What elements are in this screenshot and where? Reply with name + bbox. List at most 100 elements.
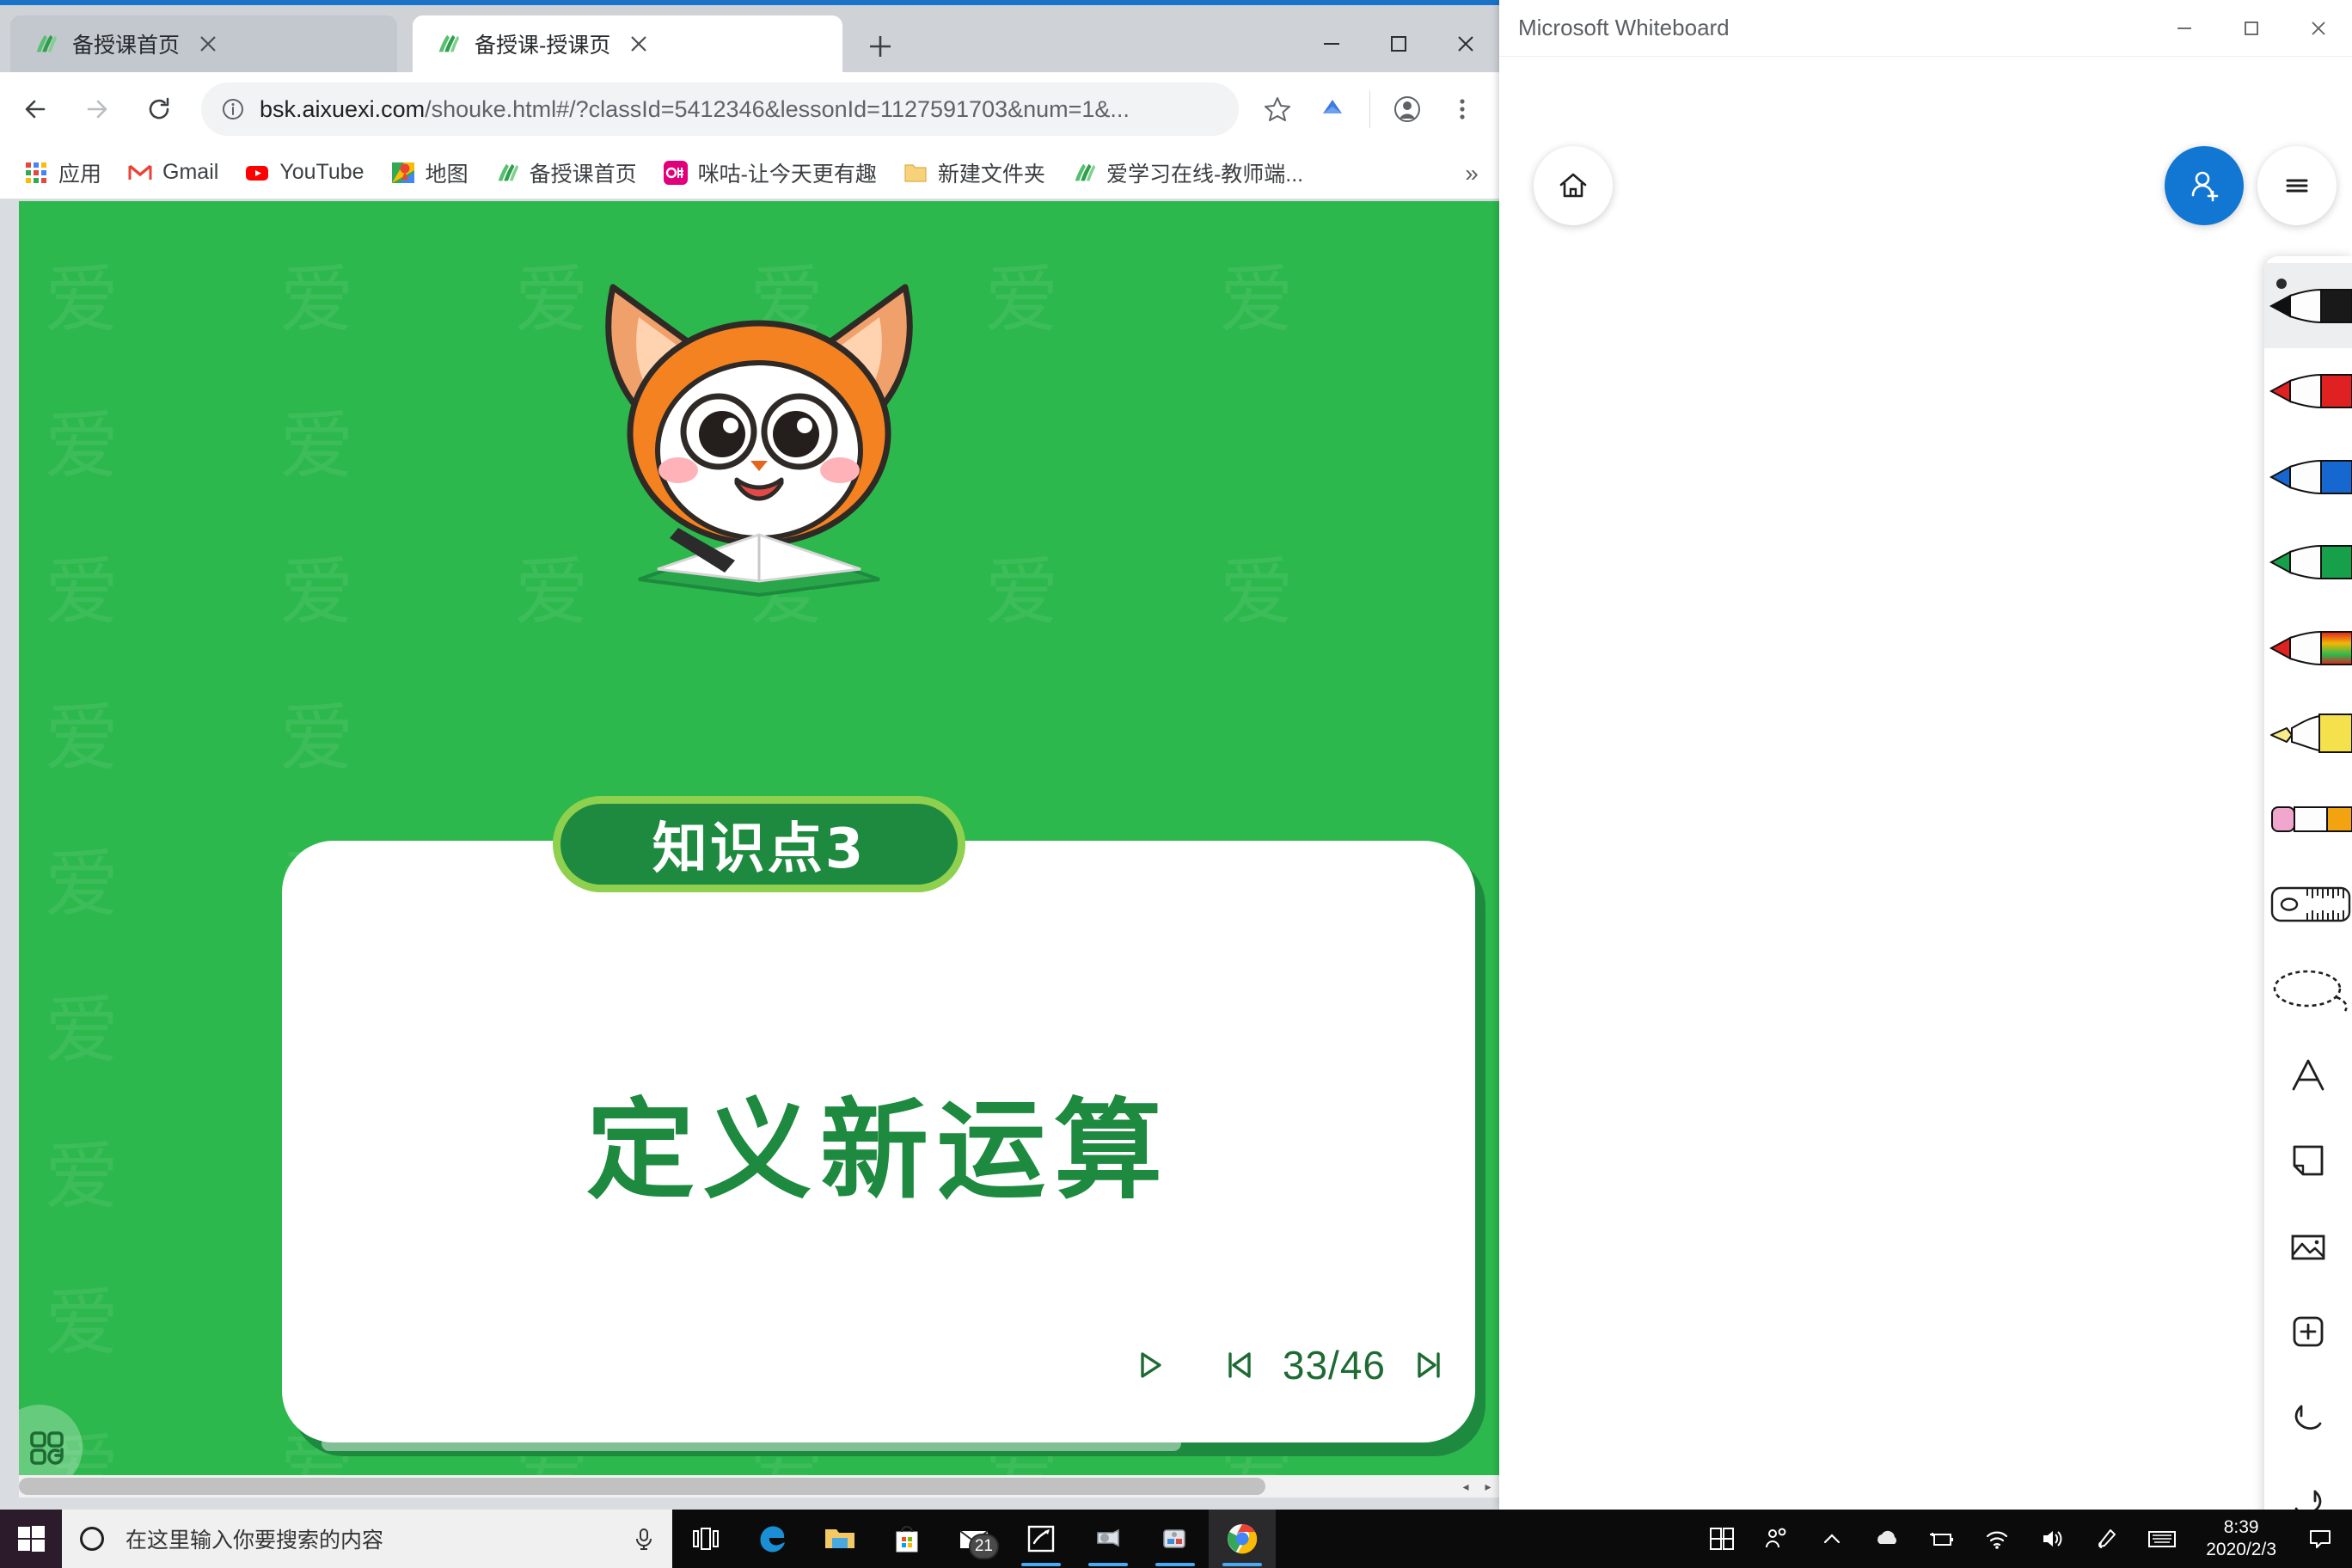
page-horizontal-scrollbar[interactable]: ◂ ▸	[19, 1475, 1499, 1498]
address-bar[interactable]: bsk.aixuexi.com/shouke.html#/?classId=54…	[201, 83, 1239, 136]
whiteboard-home-button[interactable]	[1534, 146, 1613, 225]
file-explorer-icon	[825, 1529, 854, 1548]
extension-icon[interactable]	[1308, 84, 1357, 134]
taskbar-app-camera-tool[interactable]	[1142, 1510, 1209, 1568]
plus-icon	[870, 36, 891, 57]
bookmark-gmail-label: Gmail	[162, 160, 219, 184]
browser-tab-1-close-icon[interactable]	[193, 29, 223, 58]
tray-ime-icon[interactable]	[1695, 1510, 1749, 1568]
three-dots-menu-icon[interactable]	[1437, 84, 1487, 134]
volume-icon	[2043, 1531, 2062, 1547]
slide-navigation-bar: 33/46	[1105, 1326, 1473, 1405]
bookmark-apps[interactable]: 应用	[12, 152, 113, 193]
tool-lasso-select[interactable]	[2264, 947, 2352, 1032]
tool-redo[interactable]	[2264, 1461, 2352, 1510]
bookmark-gmail[interactable]: Gmail	[116, 155, 230, 191]
knowledge-point-badge-label: 知识点3	[652, 818, 867, 881]
tray-pen-icon[interactable]	[2080, 1510, 2134, 1568]
microphone-icon[interactable]	[631, 1526, 657, 1552]
bookmark-beishouke[interactable]: 备授课首页	[483, 152, 648, 193]
bookmark-youtube[interactable]: YouTube	[233, 155, 375, 191]
forward-button[interactable]	[70, 83, 124, 136]
pen-red-icon	[2269, 374, 2352, 409]
start-button[interactable]	[0, 1510, 62, 1568]
tool-undo[interactable]	[2264, 1375, 2352, 1460]
tool-eraser[interactable]	[2264, 776, 2352, 861]
aixuexi-favicon	[36, 34, 58, 52]
tray-onedrive-icon[interactable]	[1860, 1510, 1914, 1568]
taskbar-app-chrome[interactable]	[1209, 1510, 1276, 1568]
scrollbar-thumb[interactable]	[19, 1478, 1265, 1495]
whiteboard-tool-palette	[2264, 256, 2352, 1510]
taskbar-search-box[interactable]: 在这里输入你要搜索的内容	[62, 1510, 672, 1568]
taskbar-app-mail[interactable]: 21	[940, 1510, 1008, 1568]
scrollbar-arrow-right[interactable]: ▸	[1477, 1475, 1499, 1498]
whiteboard-canvas[interactable]	[1499, 57, 2352, 1510]
tray-wifi-icon[interactable]	[1970, 1510, 2024, 1568]
url-domain: bsk.aixuexi.com	[260, 95, 426, 122]
profile-avatar-icon[interactable]	[1382, 84, 1432, 134]
task-view-button[interactable]	[672, 1510, 739, 1568]
tool-text[interactable]	[2264, 1032, 2352, 1118]
chrome-close-button[interactable]	[1432, 10, 1499, 77]
omnibox-toolbar: bsk.aixuexi.com/shouke.html#/?classId=54…	[0, 72, 1499, 146]
slide-thumbnails-button[interactable]	[19, 1405, 83, 1475]
whiteboard-close-button[interactable]	[2285, 0, 2352, 57]
slide-horizontal-scrollbar[interactable]	[322, 1436, 1181, 1451]
browser-tab-2[interactable]: 备授课-授课页	[413, 15, 842, 72]
bookmark-aixuexi-teacher[interactable]: 爱学习在线-教师端...	[1060, 152, 1314, 193]
taskbar-app-whiteboard[interactable]	[1008, 1510, 1075, 1568]
tool-ruler[interactable]	[2264, 861, 2352, 946]
tool-pen-rainbow[interactable]	[2264, 605, 2352, 690]
action-center-button[interactable]	[2294, 1510, 2347, 1568]
reload-button[interactable]	[132, 83, 186, 136]
tool-highlighter[interactable]	[2264, 690, 2352, 775]
info-circle-icon[interactable]	[220, 96, 246, 122]
tray-volume-icon[interactable]	[2025, 1510, 2079, 1568]
whiteboard-invite-button[interactable]	[2165, 146, 2244, 225]
slide-play-button[interactable]	[1131, 1347, 1167, 1383]
new-tab-button[interactable]	[860, 26, 901, 67]
battery-icon	[1930, 1533, 1954, 1546]
bookmarks-overflow-button[interactable]: »	[1455, 156, 1489, 191]
whiteboard-minimize-button[interactable]	[2151, 0, 2218, 57]
bookmark-migu[interactable]: 咪咕-让今天更有趣	[652, 152, 888, 193]
apps-grid-icon	[26, 162, 46, 183]
tray-show-hidden-icons[interactable]	[1805, 1510, 1859, 1568]
whiteboard-maximize-button[interactable]	[2218, 0, 2285, 57]
browser-tab-1[interactable]: 备授课首页	[10, 15, 397, 72]
taskbar-app-recorder[interactable]	[1075, 1510, 1142, 1568]
bookmark-folder[interactable]: 新建文件夹	[891, 152, 1057, 193]
tool-pen-black[interactable]	[2264, 263, 2352, 349]
scrollbar-arrow-left[interactable]: ◂	[1455, 1475, 1477, 1498]
tool-pen-red[interactable]	[2264, 348, 2352, 433]
home-icon	[1559, 173, 1587, 198]
taskbar-app-file-explorer[interactable]	[806, 1510, 873, 1568]
slide-paging-segment: 33/46	[1195, 1326, 1473, 1405]
tool-pen-blue[interactable]	[2264, 434, 2352, 519]
arrow-left-icon	[25, 100, 46, 119]
windows-taskbar: 在这里输入你要搜索的内容 21 8:39 2020/2/3	[0, 1510, 2352, 1568]
chrome-maximize-button[interactable]	[1365, 10, 1432, 77]
tool-image[interactable]	[2264, 1204, 2352, 1289]
back-button[interactable]	[9, 83, 62, 136]
bookmark-maps[interactable]: 地图	[379, 152, 480, 193]
tool-pen-green[interactable]	[2264, 519, 2352, 604]
whiteboard-menu-button[interactable]	[2257, 146, 2337, 225]
tray-battery-icon[interactable]	[1915, 1510, 1969, 1568]
chrome-minimize-button[interactable]	[1298, 10, 1365, 77]
tray-people-icon[interactable]	[1750, 1510, 1804, 1568]
browser-tab-2-close-icon[interactable]	[624, 29, 653, 58]
screen: 备授课首页 备授课-授课页 bsk.aixuexi.com/shouke.htm…	[0, 0, 2352, 1568]
tray-keyboard-icon[interactable]	[2135, 1510, 2189, 1568]
slide-prev-button[interactable]	[1221, 1346, 1259, 1384]
tool-insert[interactable]	[2264, 1289, 2352, 1375]
taskbar-clock[interactable]: 8:39 2020/2/3	[2190, 1510, 2292, 1568]
taskbar-app-store[interactable]	[873, 1510, 940, 1568]
taskbar-app-edge[interactable]	[739, 1510, 806, 1568]
tool-sticky-note[interactable]	[2264, 1118, 2352, 1204]
add-person-icon	[2191, 171, 2219, 202]
slide-next-button[interactable]	[1410, 1346, 1448, 1384]
close-icon	[1458, 36, 1473, 52]
bookmark-star-icon[interactable]	[1253, 84, 1302, 134]
